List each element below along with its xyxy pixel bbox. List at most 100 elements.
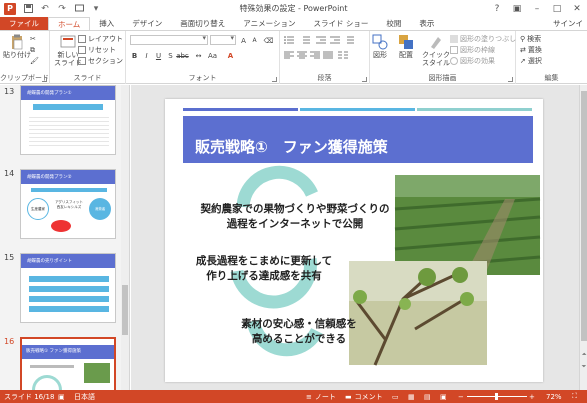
italic-icon[interactable]: I xyxy=(142,51,151,60)
quick-styles-button[interactable]: クイック スタイル xyxy=(422,34,450,67)
shrink-font-icon[interactable]: A xyxy=(250,36,259,45)
reset-button[interactable]: リセット xyxy=(78,45,116,55)
zoom-in-icon[interactable]: + xyxy=(529,393,535,401)
underline-icon[interactable]: U xyxy=(154,51,163,60)
drawing-launcher-icon[interactable] xyxy=(508,77,513,82)
format-painter-button[interactable]: 🖌 xyxy=(30,57,39,65)
spellcheck-status[interactable]: ▣ xyxy=(58,393,65,401)
increase-indent-icon[interactable] xyxy=(330,36,340,44)
close-icon[interactable]: ✕ xyxy=(567,0,587,17)
paste-label: 貼り付け xyxy=(3,51,31,59)
bullets-icon[interactable] xyxy=(284,36,294,44)
thumbnail-scrollbar[interactable] xyxy=(121,85,129,390)
start-slideshow-icon[interactable] xyxy=(74,4,84,14)
shape-outline-button[interactable]: 図形の枠線 xyxy=(450,45,495,55)
sign-in-link[interactable]: サインイ xyxy=(553,18,583,29)
tab-insert[interactable]: 挿入 xyxy=(90,17,123,30)
find-button[interactable]: ⚲ 検索 xyxy=(520,34,541,44)
tab-design[interactable]: デザイン xyxy=(123,17,171,30)
ribbon: 貼り付け ✂ ⧉ 🖌 クリップボード 新しい スライド レイアウト リセット セ… xyxy=(0,30,587,84)
brush-icon: 🖌 xyxy=(30,57,39,65)
tab-transitions[interactable]: 画面切り替え xyxy=(171,17,234,30)
slide-sorter-icon[interactable]: ▦ xyxy=(408,393,415,401)
tab-animations[interactable]: アニメーション xyxy=(234,17,304,30)
slide-thumbnail-16[interactable]: 販売戦略① ファン獲得施策 xyxy=(20,337,116,390)
fit-slide-icon[interactable]: ⛶ xyxy=(572,392,577,401)
replace-button[interactable]: ⇄ 置換 xyxy=(520,45,542,55)
char-spacing-icon[interactable]: ↔ xyxy=(194,51,203,60)
tab-home[interactable]: ホーム xyxy=(48,17,91,30)
maximize-icon[interactable]: □ xyxy=(547,0,567,17)
zoom-out-icon[interactable]: − xyxy=(458,393,464,401)
decrease-indent-icon[interactable] xyxy=(316,36,326,44)
effects-icon xyxy=(450,57,458,65)
tab-slideshow[interactable]: スライド ショー xyxy=(304,17,377,30)
language-status[interactable]: 日本語 xyxy=(74,392,95,402)
cut-button[interactable]: ✂ xyxy=(30,35,36,43)
strikethrough-icon[interactable]: abc xyxy=(176,51,189,60)
undo-icon[interactable]: ↶ xyxy=(40,4,50,14)
point-1[interactable]: 契約農家での果物づくりや野菜づくりの 過程をインターネットで公開 xyxy=(181,202,409,232)
columns-icon[interactable] xyxy=(338,51,348,59)
select-button[interactable]: ➚ 選択 xyxy=(520,56,542,66)
slide-scrollbar[interactable]: ⏶ ⏷ xyxy=(579,85,587,390)
font-name-combo[interactable] xyxy=(130,34,208,45)
tab-view[interactable]: 表示 xyxy=(410,17,443,30)
comments-button[interactable]: ▬ コメント xyxy=(345,392,383,402)
save-icon[interactable] xyxy=(23,4,33,14)
slide-thumbnail-13[interactable]: 胡蝶農の開発プラン① xyxy=(20,85,116,155)
align-right-icon[interactable] xyxy=(310,51,320,59)
font-color-icon[interactable]: A xyxy=(226,51,235,60)
align-center-icon[interactable] xyxy=(297,51,307,59)
grow-font-icon[interactable]: A xyxy=(239,36,248,45)
slide-thumbnail-15[interactable]: 胡蝶農の売りポイント xyxy=(20,253,116,323)
layout-button[interactable]: レイアウト xyxy=(78,34,123,44)
paragraph-launcher-icon[interactable] xyxy=(362,77,367,82)
clear-format-icon[interactable]: ⌫ xyxy=(264,36,274,45)
slides-group: 新しい スライド レイアウト リセット セクション スライド xyxy=(50,31,126,84)
ribbon-display-icon[interactable]: ▣ xyxy=(507,0,527,17)
tab-review[interactable]: 校閲 xyxy=(377,17,410,30)
slide-thumbnail-14[interactable]: 胡蝶農の開発プラン② 生産農家 アグリスフィット 西友レキシルズ 消費者 xyxy=(20,169,116,239)
copy-button[interactable]: ⧉ xyxy=(30,46,35,55)
current-slide[interactable]: 販売戦略① ファン獲得施策 契約農家での果物づくりや野菜づくりの 過程をインター… xyxy=(165,99,543,382)
shape-fill-button[interactable]: 図形の塗りつぶし xyxy=(450,34,516,44)
clipboard-launcher-icon[interactable] xyxy=(42,77,47,82)
quick-styles-label-1: クイック xyxy=(422,51,450,59)
shape-effects-button[interactable]: 図形の効果 xyxy=(450,56,495,66)
arrange-label: 配置 xyxy=(399,51,413,59)
thumb-cycle xyxy=(32,375,62,390)
align-left-icon[interactable] xyxy=(284,51,294,59)
thumbnail-scroll-thumb[interactable] xyxy=(122,285,128,335)
redo-icon[interactable]: ↷ xyxy=(57,4,67,14)
next-slide-icon[interactable]: ⏷ xyxy=(580,363,587,371)
slideshow-view-icon[interactable]: ▣ xyxy=(440,393,447,401)
normal-view-icon[interactable]: ▭ xyxy=(392,393,399,401)
point-3[interactable]: 素材の安心感・信頼感を 高めることができる xyxy=(211,317,387,347)
notes-button[interactable]: ≡ ノート xyxy=(306,392,336,402)
reading-view-icon[interactable]: ▤ xyxy=(424,393,431,401)
change-case-icon[interactable]: Aa xyxy=(208,51,217,60)
point-2[interactable]: 成長過程をこまめに更新して 作り上げる達成感を共有 xyxy=(169,254,359,284)
zoom-slider-thumb[interactable] xyxy=(495,393,498,400)
tab-file[interactable]: ファイル xyxy=(0,17,48,30)
shapes-button[interactable]: 図形 xyxy=(372,34,388,59)
arrange-button[interactable]: 配置 xyxy=(398,34,414,59)
justify-icon[interactable] xyxy=(323,51,333,59)
prev-slide-icon[interactable]: ⏶ xyxy=(580,351,587,359)
zoom-level[interactable]: 72% xyxy=(546,393,562,401)
shadow-icon[interactable]: S xyxy=(166,51,175,60)
slide-scroll-thumb[interactable] xyxy=(581,91,587,341)
shape-outline-label: 図形の枠線 xyxy=(460,46,495,54)
font-launcher-icon[interactable] xyxy=(272,77,277,82)
minimize-icon[interactable]: – xyxy=(527,0,547,17)
help-icon[interactable]: ? xyxy=(487,0,507,17)
section-button[interactable]: セクション xyxy=(78,56,123,66)
paste-button[interactable]: 貼り付け xyxy=(3,34,31,59)
customize-qat-icon[interactable]: ▾ xyxy=(91,4,101,14)
bold-icon[interactable]: B xyxy=(130,51,139,60)
font-size-combo[interactable] xyxy=(210,34,236,45)
line-spacing-icon[interactable] xyxy=(344,36,354,44)
slide-title[interactable]: 販売戦略① ファン獲得施策 xyxy=(195,136,388,157)
numbering-icon[interactable] xyxy=(300,36,310,44)
